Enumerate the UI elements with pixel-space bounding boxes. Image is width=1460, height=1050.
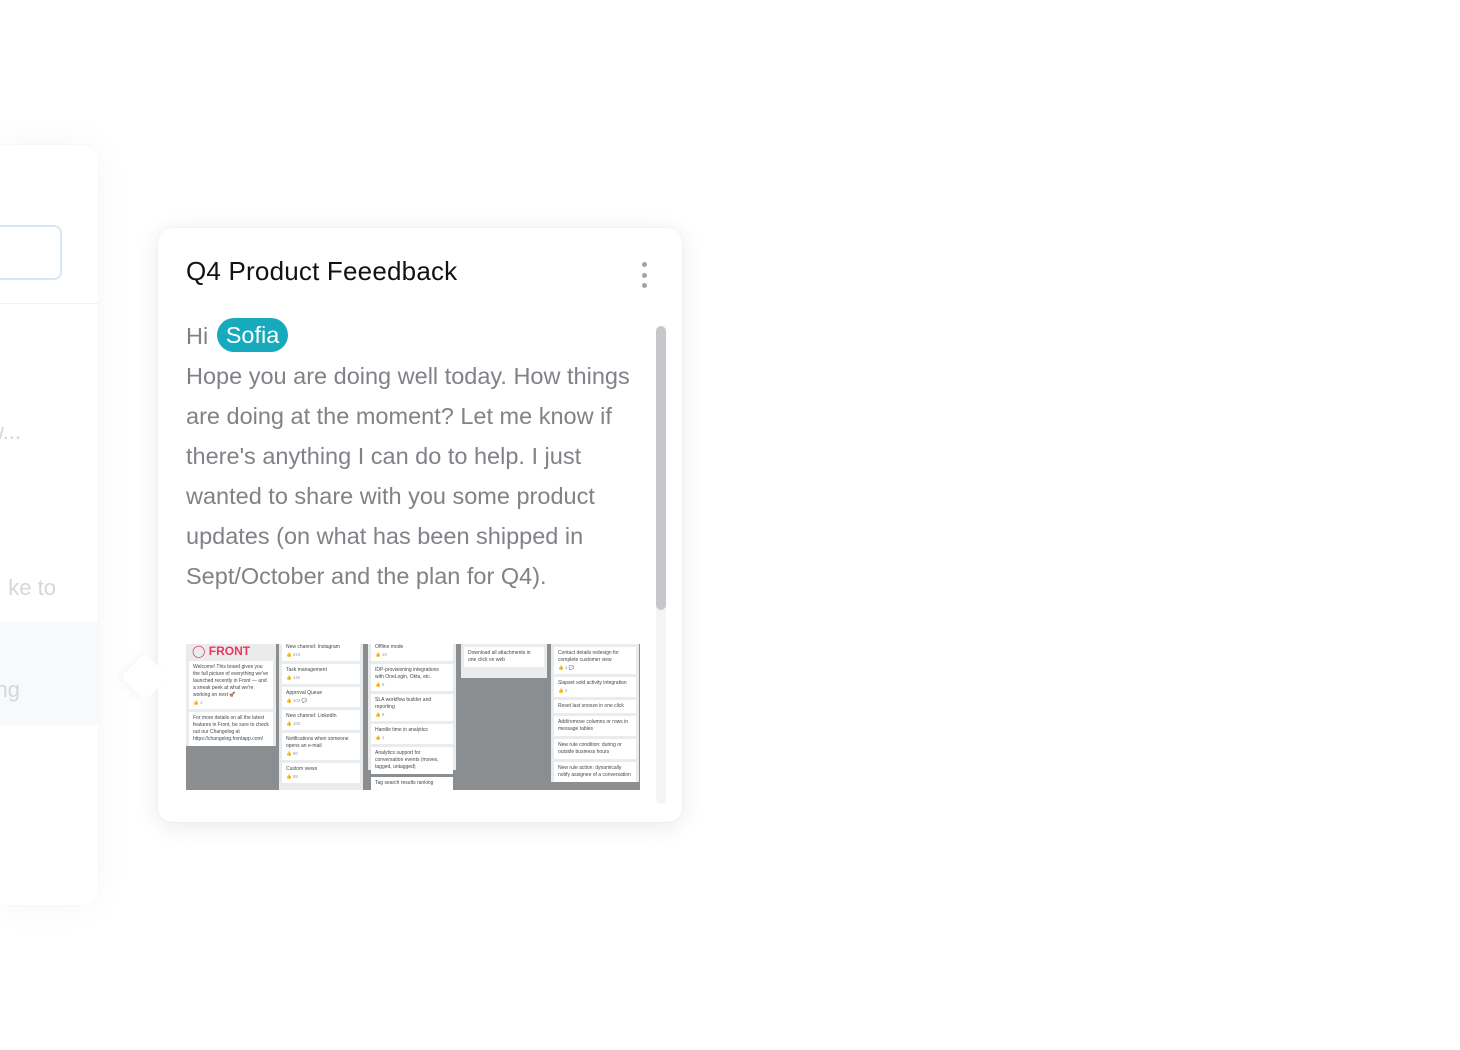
board-column: Offline mode 👍 10 IDP-provisioning integra… bbox=[368, 644, 456, 790]
more-options-button[interactable] bbox=[632, 260, 656, 290]
board-card-meta: 👍 3 💬 bbox=[558, 665, 575, 670]
board-card-text: New channel: LinkedIn bbox=[286, 713, 337, 719]
scrollbar-thumb[interactable] bbox=[656, 326, 666, 610]
more-vertical-icon bbox=[641, 262, 647, 267]
board-card: New rule condition: during or outside bu… bbox=[554, 739, 636, 759]
message-preview-popover: Q4 Product Feeedback Hi Sofia Hope you a… bbox=[120, 228, 682, 822]
background-input[interactable] bbox=[0, 225, 62, 280]
board-card-meta: 👍 100 bbox=[286, 721, 301, 726]
board-card-text: Slapset sold activity integration bbox=[558, 680, 627, 686]
board-card: Welcome! This board gives you the full p… bbox=[189, 661, 273, 709]
board-card-text: SLA workflow builder and reporting bbox=[375, 697, 432, 710]
board-card-text: Welcome! This board gives you the full p… bbox=[193, 664, 269, 698]
board-card: Custom views 👍 88 bbox=[282, 763, 360, 783]
board-card-meta: 👍 115 bbox=[286, 675, 301, 680]
popover-title: Q4 Product Feeedback bbox=[186, 256, 458, 286]
board-card-text: New channel: Instagram bbox=[286, 644, 340, 650]
board-card: For more details on all the latest featu… bbox=[189, 712, 273, 746]
greeting: Hi bbox=[186, 323, 209, 349]
embedded-board-image: ◯ FRONT Welcome! This board gives you the… bbox=[186, 644, 640, 790]
board-card-text: New rule condition: during or outside bu… bbox=[558, 742, 622, 755]
board-card: Task management 👍 115 bbox=[282, 664, 360, 684]
board-card: Tag search results ranking bbox=[371, 777, 453, 790]
board-card: Approval Queue 👍 103 💬 bbox=[282, 687, 360, 707]
message-text: Hope you are doing well today. How thing… bbox=[186, 363, 630, 589]
background-text-fragment: w... bbox=[0, 419, 22, 444]
board-card: Download all attachments in one click on… bbox=[464, 647, 544, 667]
board-card-text: Reset last snooze in one click bbox=[558, 703, 624, 709]
board-card: Contact details redesign for complete cu… bbox=[554, 647, 636, 674]
board-column: Contact details redesign for complete cu… bbox=[551, 644, 639, 782]
greeting-line: Hi Sofia bbox=[186, 316, 648, 356]
board-card: Add/remove columns or rows in message ta… bbox=[554, 716, 636, 736]
board-card: Offline mode 👍 10 bbox=[371, 644, 453, 661]
board-card-text: Add/remove columns or rows in message ta… bbox=[558, 719, 629, 732]
board-card-text: Approval Queue bbox=[286, 690, 323, 696]
board-card-meta: 👍 9 bbox=[375, 682, 385, 687]
board-card-text: Analytics support for conversation event… bbox=[375, 750, 439, 770]
board-card-text: Offline mode bbox=[375, 644, 404, 650]
scrollbar[interactable] bbox=[656, 326, 666, 804]
board-card-text: For more details on all the latest featu… bbox=[193, 715, 269, 742]
board-card: New channel: LinkedIn 👍 100 bbox=[282, 710, 360, 730]
background-selected-row[interactable]: ing bbox=[0, 622, 98, 725]
mention-tag[interactable]: Sofia bbox=[216, 318, 289, 352]
more-vertical-icon-dot bbox=[641, 272, 647, 278]
board-card: IDP-provisioning integrations with OneLo… bbox=[371, 664, 453, 691]
board-card-meta: 👍 2 bbox=[558, 688, 568, 693]
board-card-meta: 👍 88 bbox=[286, 774, 298, 779]
board-card-text: New rule action: dynamically notify assi… bbox=[558, 765, 631, 778]
board-card-meta: 👍 1 bbox=[193, 700, 203, 705]
board-card: Analytics support for conversation event… bbox=[371, 747, 453, 774]
board-card: SLA workflow builder and reporting 👍 8 bbox=[371, 694, 453, 721]
board-card: Reset last snooze in one click bbox=[554, 700, 636, 713]
board-card-text: IDP-provisioning integrations with OneLo… bbox=[375, 667, 439, 680]
divider bbox=[0, 303, 98, 304]
board-card: New channel: Instagram 👍 224 bbox=[282, 644, 360, 661]
background-text-fragment: ing bbox=[0, 677, 20, 702]
popover-arrow bbox=[120, 652, 170, 702]
board-card: New rule action: dynamically notify assi… bbox=[554, 762, 636, 782]
board-card-meta: 👍 8 bbox=[375, 712, 385, 717]
board-card-text: Notifications when someone opens an e-ma… bbox=[286, 736, 349, 749]
board-card-text: Contact details redesign for complete cu… bbox=[558, 650, 619, 663]
board-card: Handle time in analytics 👍 1 bbox=[371, 724, 453, 744]
board-card-meta: 👍 1 bbox=[375, 735, 385, 740]
board-card-meta: 👍 10 bbox=[375, 652, 387, 657]
board-column: Download all attachments in one click on… bbox=[461, 644, 547, 678]
board-card: Notifications when someone opens an e-ma… bbox=[282, 733, 360, 760]
background-text-fragment: ke to bbox=[8, 575, 56, 600]
board-card-text: Tag search results ranking bbox=[375, 780, 434, 786]
background-panel: w... ke to ing bbox=[0, 145, 98, 905]
board-card-text: Download all attachments in one click on… bbox=[468, 650, 531, 663]
board-card-text: Custom views bbox=[286, 766, 318, 772]
front-logo: ◯ FRONT bbox=[192, 644, 251, 658]
board-card-meta: 👍 103 💬 bbox=[286, 698, 308, 703]
board-card-text: Handle time in analytics bbox=[375, 727, 428, 733]
board-card-meta: 👍 224 bbox=[286, 652, 301, 657]
board-card-text: Task management bbox=[286, 667, 327, 673]
board-column: ◯ FRONT Welcome! This board gives you the… bbox=[186, 644, 276, 746]
board-card-meta: 👍 90 bbox=[286, 751, 298, 756]
board-column: New channel: Instagram 👍 224 Task manageme… bbox=[279, 644, 363, 790]
more-vertical-icon-dot bbox=[641, 283, 647, 288]
board-card: Slapset sold activity integration 👍 2 bbox=[554, 677, 636, 697]
